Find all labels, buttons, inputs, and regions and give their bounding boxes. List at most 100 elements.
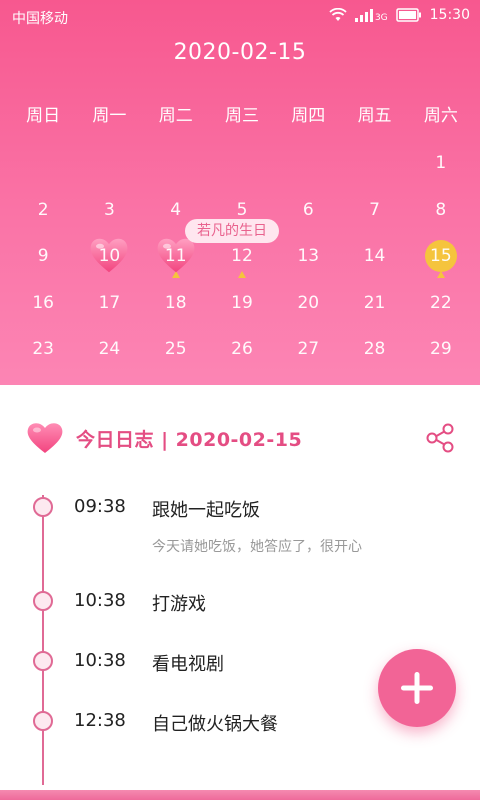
day-cell-19[interactable]: 19 <box>209 280 275 327</box>
carrier-label: 中国移动 <box>12 11 68 27</box>
day-number: 11 <box>164 246 187 267</box>
timeline-dot <box>33 711 53 731</box>
day-number: 27 <box>297 339 320 360</box>
day-cell-empty <box>10 140 76 187</box>
day-number: 7 <box>369 199 380 220</box>
day-number: 19 <box>231 292 253 313</box>
weekday-row: 周日 周一 周二 周三 周四 周五 周六 <box>10 101 474 126</box>
day-cell-2[interactable]: 2 <box>10 187 76 234</box>
day-number: 26 <box>231 339 253 360</box>
day-cell-20[interactable]: 20 <box>275 280 341 327</box>
log-item-time: 09:38 <box>74 496 126 517</box>
weekday-label: 周三 <box>224 106 259 126</box>
day-cell-28[interactable]: 28 <box>341 326 407 373</box>
day-cell-16[interactable]: 16 <box>10 280 76 327</box>
day-cell-empty <box>76 140 142 187</box>
day-number: 4 <box>170 199 182 220</box>
day-number: 21 <box>363 292 386 313</box>
day-number: 20 <box>297 292 320 313</box>
day-number: 1 <box>435 153 447 174</box>
day-cell-7[interactable]: 7 <box>341 187 407 234</box>
calendar-grid: 1 2 3 4 5 6 7 8 9 10 11 12 13 14 15 16 17 18 19 20 21 22 23 24 2… <box>10 140 474 373</box>
add-log-button[interactable] <box>378 649 456 727</box>
day-cell-23[interactable]: 23 <box>10 326 76 373</box>
day-cell-27[interactable]: 27 <box>275 326 341 373</box>
log-title: 今日日志 | 2020-02-15 <box>76 428 303 451</box>
day-number: 25 <box>164 339 187 360</box>
day-number: 28 <box>363 339 386 360</box>
day-number: 9 <box>37 246 49 267</box>
day-cell-10[interactable]: 10 <box>76 233 142 280</box>
weekday-label: 周六 <box>423 106 458 126</box>
day-cell-1[interactable]: 1 <box>408 140 474 187</box>
day-number: 22 <box>430 292 452 313</box>
calendar-title[interactable]: 2020-02-15 <box>0 40 480 65</box>
day-number: 24 <box>98 339 121 360</box>
status-icons: 3G 15:30 <box>329 7 470 23</box>
share-icon[interactable] <box>424 422 456 454</box>
bottom-nav-bar <box>0 790 480 800</box>
birthday-tag[interactable]: 若凡的生日 <box>185 219 279 243</box>
day-number: 6 <box>302 199 314 220</box>
timeline-dot <box>33 497 53 517</box>
day-number: 12 <box>231 246 253 267</box>
day-cell-empty <box>209 140 275 187</box>
day-cell-15[interactable]: 15 <box>408 233 474 280</box>
day-cell-21[interactable]: 21 <box>341 280 407 327</box>
day-number: 8 <box>435 199 447 220</box>
day-cell-22[interactable]: 22 <box>408 280 474 327</box>
day-cell-14[interactable]: 14 <box>341 233 407 280</box>
network-type-label: 3G <box>374 12 388 23</box>
status-bar: 中国移动 3G 15:30 <box>0 0 480 34</box>
weekday-label: 周五 <box>357 106 392 126</box>
day-number: 16 <box>32 292 54 313</box>
event-marker-icon <box>237 270 246 278</box>
day-number: 23 <box>32 339 54 360</box>
log-item-time: 10:38 <box>74 650 126 671</box>
day-cell-9[interactable]: 9 <box>10 233 76 280</box>
timeline-line <box>42 495 44 785</box>
day-number: 15 <box>430 246 452 267</box>
day-cell-empty <box>143 140 209 187</box>
day-cell-18[interactable]: 18 <box>143 280 209 327</box>
day-cell-13[interactable]: 13 <box>275 233 341 280</box>
day-number: 3 <box>104 199 115 220</box>
log-item-time: 12:38 <box>74 710 126 731</box>
signal-icon <box>354 9 373 22</box>
day-number: 13 <box>297 246 320 267</box>
wifi-icon <box>329 8 347 21</box>
day-number: 2 <box>37 199 49 220</box>
day-cell-24[interactable]: 24 <box>76 326 142 373</box>
log-item-note: 今天请她吃饭，她答应了，很开心 <box>152 539 362 555</box>
day-cell-17[interactable]: 17 <box>76 280 142 327</box>
log-item-text: 跟她一起吃饭 <box>152 500 260 521</box>
timeline-dot <box>33 651 53 671</box>
clock: 15:30 <box>429 7 470 23</box>
plus-icon <box>401 672 433 704</box>
day-cell-25[interactable]: 25 <box>143 326 209 373</box>
log-item-time: 10:38 <box>74 590 126 611</box>
log-header: 今日日志 | 2020-02-15 <box>26 420 302 456</box>
day-cell-3[interactable]: 3 <box>76 187 142 234</box>
day-cell-8[interactable]: 8 <box>408 187 474 234</box>
log-item-text: 打游戏 <box>152 594 206 615</box>
log-item-text: 自己做火锅大餐 <box>152 714 278 735</box>
heart-icon <box>27 423 63 453</box>
day-cell-26[interactable]: 26 <box>209 326 275 373</box>
day-number: 5 <box>236 199 248 220</box>
day-number: 14 <box>363 246 386 267</box>
day-number: 10 <box>98 246 121 267</box>
day-cell-29[interactable]: 29 <box>408 326 474 373</box>
day-cell-empty <box>275 140 341 187</box>
weekday-label: 周日 <box>26 106 61 126</box>
calendar-header: 中国移动 3G 15:30 2020-02-15 周日 周一 周二 周三 周四 周五 <box>0 0 480 385</box>
day-number: 17 <box>98 292 121 313</box>
log-item-text: 看电视剧 <box>152 654 224 675</box>
weekday-label: 周一 <box>92 106 127 126</box>
timeline-dot <box>33 591 53 611</box>
battery-icon <box>395 8 421 22</box>
weekday-label: 周二 <box>158 106 193 126</box>
day-number: 18 <box>164 292 187 313</box>
day-cell-empty <box>341 140 407 187</box>
day-cell-6[interactable]: 6 <box>275 187 341 234</box>
